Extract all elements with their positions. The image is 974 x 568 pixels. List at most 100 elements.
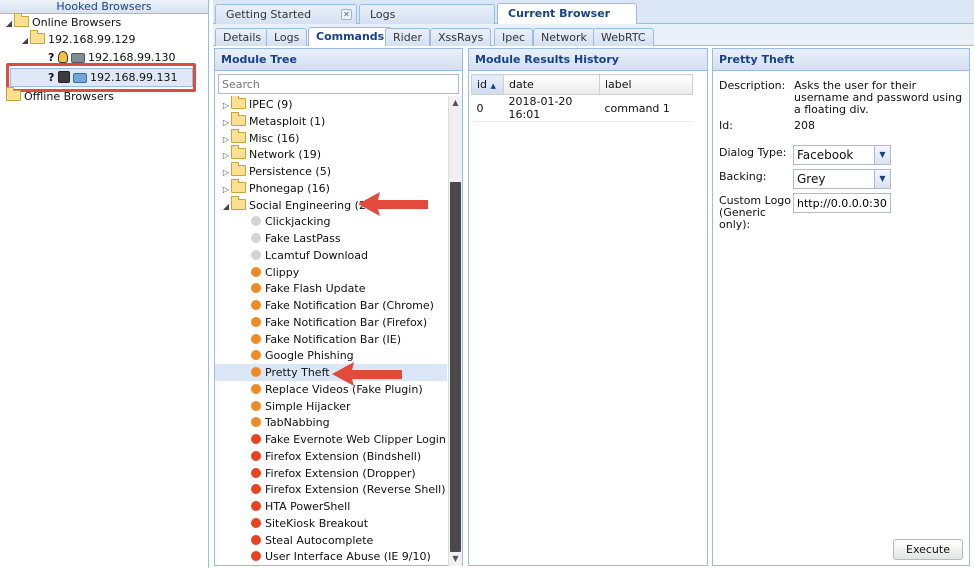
collapsed-arrow-icon[interactable]: ▷ <box>221 147 231 164</box>
tab-xssrays[interactable]: XssRays <box>430 28 492 46</box>
module-item[interactable]: Fake Flash Update <box>215 280 447 297</box>
expanded-arrow-icon[interactable]: ◢ <box>20 32 30 49</box>
custom-logo-input[interactable] <box>793 193 891 213</box>
module-label: HTA PowerShell <box>265 500 351 513</box>
chevron-down-icon[interactable]: ▼ <box>874 170 890 188</box>
tab-webrtc[interactable]: WebRTC <box>593 28 654 46</box>
module-item[interactable]: Firefox Extension (Dropper) <box>215 465 447 482</box>
module-detail-title: Pretty Theft <box>713 49 969 71</box>
tree-node-subnet[interactable]: ◢ 192.168.99.129 <box>20 30 136 49</box>
collapsed-arrow-icon[interactable]: ▷ <box>221 114 231 131</box>
folder-icon <box>6 87 21 101</box>
tab-getting-started[interactable]: Getting Started ✕ <box>215 4 357 24</box>
folder-icon <box>231 145 246 160</box>
offline-browsers-label: Offline Browsers <box>24 90 114 103</box>
tab-commands[interactable]: Commands <box>308 27 393 46</box>
collapsed-arrow-icon[interactable]: ▷ <box>221 181 231 198</box>
module-label: Fake Evernote Web Clipper Login <box>265 433 446 446</box>
module-item[interactable]: Fake LastPass <box>215 230 447 247</box>
execute-button[interactable]: Execute <box>893 539 963 560</box>
close-icon[interactable]: ✕ <box>341 9 352 20</box>
scroll-up-icon[interactable]: ▲ <box>449 96 462 110</box>
top-tab-strip: Getting Started ✕ Logs Current Browser <box>213 0 974 24</box>
tab-label: Logs <box>370 8 396 21</box>
scroll-thumb[interactable] <box>450 182 461 552</box>
column-header-date[interactable]: date <box>503 74 600 95</box>
tree-category[interactable]: ▷ Metasploit (1) <box>215 111 447 131</box>
collapsed-arrow-icon[interactable]: ▷ <box>221 131 231 148</box>
module-item[interactable]: Lcamtuf Download <box>215 247 447 264</box>
module-item[interactable]: HTA PowerShell <box>215 498 447 515</box>
module-label: Fake Notification Bar (Firefox) <box>265 315 428 329</box>
expanded-arrow-icon[interactable]: ◢ <box>4 15 14 32</box>
status-dot-icon <box>251 300 261 310</box>
module-label: Pretty Theft <box>265 366 330 379</box>
collapsed-arrow-icon[interactable]: ▷ <box>221 164 231 181</box>
tree-category[interactable]: ▷ Persistence (5) <box>215 162 447 181</box>
module-tree-panel: Module Tree ▷ IPEC (9) ▷ Metasploit (1) ▷ Mis… <box>214 48 463 566</box>
module-tree-scrollbar[interactable]: ▲ ▼ <box>448 96 462 566</box>
module-item[interactable]: TabNabbing <box>215 414 447 431</box>
tree-category[interactable]: ▷ Misc (16) <box>215 128 447 148</box>
tab-label: Current Browser <box>508 7 611 20</box>
expanded-arrow-icon[interactable]: ◢ <box>221 198 231 215</box>
main-area: Getting Started ✕ Logs Current Browser D… <box>213 0 974 568</box>
tree-category[interactable]: ▷ IPEC (9) <box>215 96 447 113</box>
module-label: Firefox Extension (Bindshell) <box>265 449 422 463</box>
folder-icon <box>231 162 246 176</box>
id-label: Id: <box>719 119 733 132</box>
tree-category-label: Misc (16) <box>249 131 300 145</box>
collapsed-arrow-icon[interactable]: ▷ <box>221 97 231 114</box>
dialog-type-value: Facebook <box>797 148 854 162</box>
module-item[interactable]: Fake Notification Bar (Firefox) <box>215 314 447 331</box>
module-item[interactable]: Firefox Extension (Reverse Shell) <box>215 481 447 498</box>
module-label: Fake Notification Bar (IE) <box>265 332 401 346</box>
module-item[interactable]: User Interface Abuse (IE 9/10) <box>215 548 447 565</box>
status-dot-icon <box>251 434 261 444</box>
tree-category-label: Metasploit (1) <box>249 114 326 128</box>
backing-select[interactable]: Grey ▼ <box>793 169 891 189</box>
module-item[interactable]: Fake Notification Bar (Chrome) <box>215 297 447 314</box>
tree-category-label: Persistence (5) <box>249 165 331 178</box>
status-dot-icon <box>251 283 261 294</box>
folder-open-icon <box>30 30 45 44</box>
module-item[interactable]: Steal Autocomplete <box>215 532 447 549</box>
column-header-id[interactable]: id ▲ <box>471 74 504 95</box>
module-item[interactable]: Clippy <box>215 264 447 281</box>
module-item[interactable]: Fake Notification Bar (IE) <box>215 331 447 348</box>
tab-rider[interactable]: Rider <box>385 28 430 46</box>
scroll-down-icon[interactable]: ▼ <box>449 552 462 566</box>
tab-network[interactable]: Network <box>533 28 595 46</box>
cell-label: command 1 <box>599 94 693 122</box>
table-row[interactable]: 0 2018-01-20 16:01 command 1 <box>471 94 693 122</box>
tree-node-online-browsers[interactable]: ◢ Online Browsers <box>4 13 121 32</box>
description-label: Description: <box>719 79 786 92</box>
dialog-type-select[interactable]: Facebook ▼ <box>793 145 891 165</box>
module-label: TabNabbing <box>265 416 330 430</box>
status-dot-icon <box>251 233 261 243</box>
module-item[interactable]: Firefox Extension (Bindshell) <box>215 448 447 465</box>
module-item[interactable]: Simple Hijacker <box>215 398 447 415</box>
folder-icon <box>231 195 246 210</box>
tree-node-offline-browsers[interactable]: Offline Browsers <box>6 87 114 105</box>
linux-tux-icon <box>58 51 68 63</box>
tree-category[interactable]: ▷ Network (19) <box>215 145 447 164</box>
module-item[interactable]: Fake Evernote Web Clipper Login <box>215 431 447 448</box>
tab-current-browser[interactable]: Current Browser <box>497 3 637 24</box>
status-dot-icon <box>251 316 261 327</box>
tab-logs[interactable]: Logs <box>359 4 495 24</box>
module-search-input[interactable] <box>218 74 459 94</box>
module-label: Steal Autocomplete <box>265 533 374 547</box>
module-item[interactable]: SiteKiosk Breakout <box>215 515 447 532</box>
module-label: Fake Notification Bar (Chrome) <box>265 299 434 312</box>
column-header-label[interactable]: label <box>599 74 693 95</box>
status-dot-icon <box>251 383 261 394</box>
subnet-label: 192.168.99.129 <box>48 33 136 46</box>
cell-id: 0 <box>471 94 504 122</box>
tab-details[interactable]: Details <box>215 28 270 46</box>
chevron-down-icon[interactable]: ▼ <box>874 146 890 164</box>
module-label: Firefox Extension (Dropper) <box>265 466 416 480</box>
tab-logs-sub[interactable]: Logs <box>266 28 308 46</box>
tab-ipec[interactable]: Ipec <box>494 28 534 46</box>
module-tree-title: Module Tree <box>215 49 462 71</box>
